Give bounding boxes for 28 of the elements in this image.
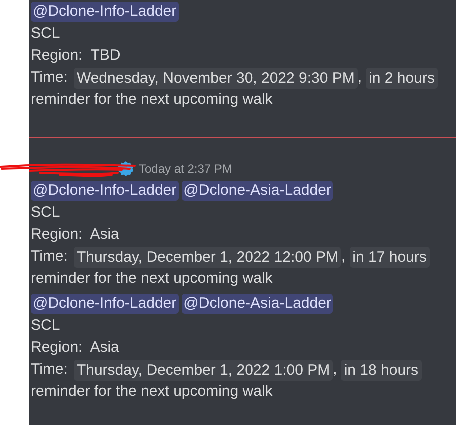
- role-mention[interactable]: @Dclone-Info-Ladder: [31, 2, 179, 22]
- message-text: SCL: [31, 316, 60, 336]
- message-text: reminder for the next upcoming walk: [31, 90, 273, 110]
- message-text: reminder for the next upcoming walk: [31, 269, 273, 289]
- timestamp-chip: Thursday, December 1, 2022 1:00 PM: [74, 360, 334, 380]
- region-text: Region: Asia: [31, 338, 120, 358]
- role-mention[interactable]: @Dclone-Asia-Ladder: [182, 181, 334, 201]
- role-mention[interactable]: @Dclone-Info-Ladder: [31, 294, 179, 314]
- region-text: Region: TBD: [31, 46, 121, 66]
- role-mention[interactable]: @Dclone-Info-Ladder: [31, 181, 179, 201]
- comma-text: ,: [341, 247, 346, 267]
- relative-time-chip: in 17 hours: [350, 246, 430, 268]
- badge-icon: [118, 161, 134, 177]
- comma-text: ,: [358, 68, 362, 88]
- region-text: Region: Asia: [31, 225, 120, 245]
- relative-time-chip: in 18 hours: [341, 360, 422, 380]
- time-label: Time:: [31, 247, 68, 267]
- message-text: SCL: [31, 24, 60, 44]
- message-text: SCL: [31, 203, 60, 223]
- role-mention[interactable]: @Dclone-Asia-Ladder: [182, 294, 334, 314]
- time-label: Time:: [31, 360, 68, 380]
- message-text: reminder for the next upcoming walk: [31, 382, 273, 402]
- timestamp-chip: Thursday, December 1, 2022 12:00 PM: [74, 246, 342, 268]
- message-timestamp: Today at 2:37 PM: [139, 161, 232, 178]
- timestamp-chip: Wednesday, November 30, 2022 9:30 PM: [74, 68, 358, 88]
- comma-text: ,: [333, 360, 338, 380]
- time-label: Time:: [31, 68, 68, 88]
- relative-time-chip: in 2 hours: [366, 68, 438, 88]
